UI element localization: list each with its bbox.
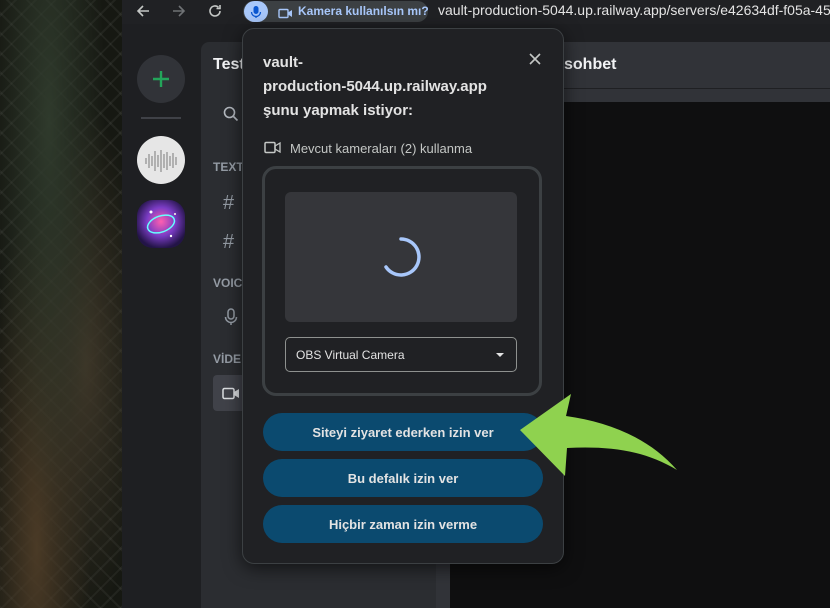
camera-icon — [264, 141, 281, 159]
camera-preview — [285, 192, 517, 322]
camera-preview-panel: OBS Virtual Camera — [262, 166, 542, 396]
waveform-avatar-icon — [145, 150, 177, 172]
category-voice[interactable]: VOIC — [213, 276, 242, 290]
channel-title: sohbet — [564, 56, 617, 73]
rail-divider — [141, 117, 181, 119]
dialog-request-line: şunu yapmak istiyor: — [263, 102, 414, 119]
back-button[interactable] — [133, 0, 153, 22]
reload-icon — [209, 5, 221, 17]
arrow-left-icon — [136, 5, 149, 17]
green-arrow-annotation — [520, 394, 677, 476]
server-rail — [130, 42, 193, 608]
dialog-host-line2: production-5044.up.railway.app — [263, 78, 487, 95]
camera-icon — [278, 6, 293, 24]
server-icon-2[interactable] — [137, 200, 185, 248]
camera-select[interactable]: OBS Virtual Camera — [285, 337, 517, 372]
video-camera-icon — [222, 387, 239, 400]
microphone-icon[interactable] — [224, 308, 238, 331]
permission-text: Mevcut kameraları (2) kullanma — [290, 141, 473, 156]
search-icon[interactable] — [223, 106, 239, 127]
camera-select-value: OBS Virtual Camera — [296, 348, 405, 362]
server-name[interactable]: Test — [213, 56, 245, 74]
plus-icon — [153, 71, 169, 87]
microphone-icon — [244, 1, 268, 22]
permission-chip-label: Kamera kullanılsın mı? — [298, 4, 429, 18]
add-server-button[interactable] — [137, 55, 185, 103]
loading-spinner-icon — [384, 237, 421, 277]
galaxy-avatar-icon — [146, 210, 176, 238]
dialog-title: vault- production-5044.up.railway.app şu… — [263, 51, 533, 123]
allow-while-visiting-button[interactable]: Siteyi ziyaret ederken izin ver — [263, 413, 543, 451]
category-video[interactable]: VİDE — [213, 352, 241, 366]
hash-icon[interactable]: # — [223, 231, 234, 254]
camera-permission-dialog: vault- production-5044.up.railway.app şu… — [242, 28, 564, 564]
reload-button[interactable] — [205, 0, 225, 22]
allow-this-time-button[interactable]: Bu defalık izin ver — [263, 459, 543, 497]
hash-icon[interactable]: # — [223, 192, 234, 215]
never-allow-button[interactable]: Hiçbir zaman izin verme — [263, 505, 543, 543]
desktop-wallpaper — [0, 0, 122, 608]
close-icon — [529, 53, 541, 65]
address-bar[interactable]: vault-production-5044.up.railway.app/ser… — [438, 2, 830, 18]
category-text[interactable]: TEXT — [213, 160, 244, 174]
permission-chip[interactable]: Kamera kullanılsın mı? — [243, 1, 429, 24]
chevron-down-icon — [496, 353, 504, 357]
arrow-right-icon — [173, 5, 186, 17]
close-button[interactable] — [527, 51, 543, 67]
server-icon-1[interactable] — [137, 136, 185, 184]
dialog-host-line1: vault- — [263, 54, 304, 71]
forward-button[interactable] — [169, 0, 189, 22]
